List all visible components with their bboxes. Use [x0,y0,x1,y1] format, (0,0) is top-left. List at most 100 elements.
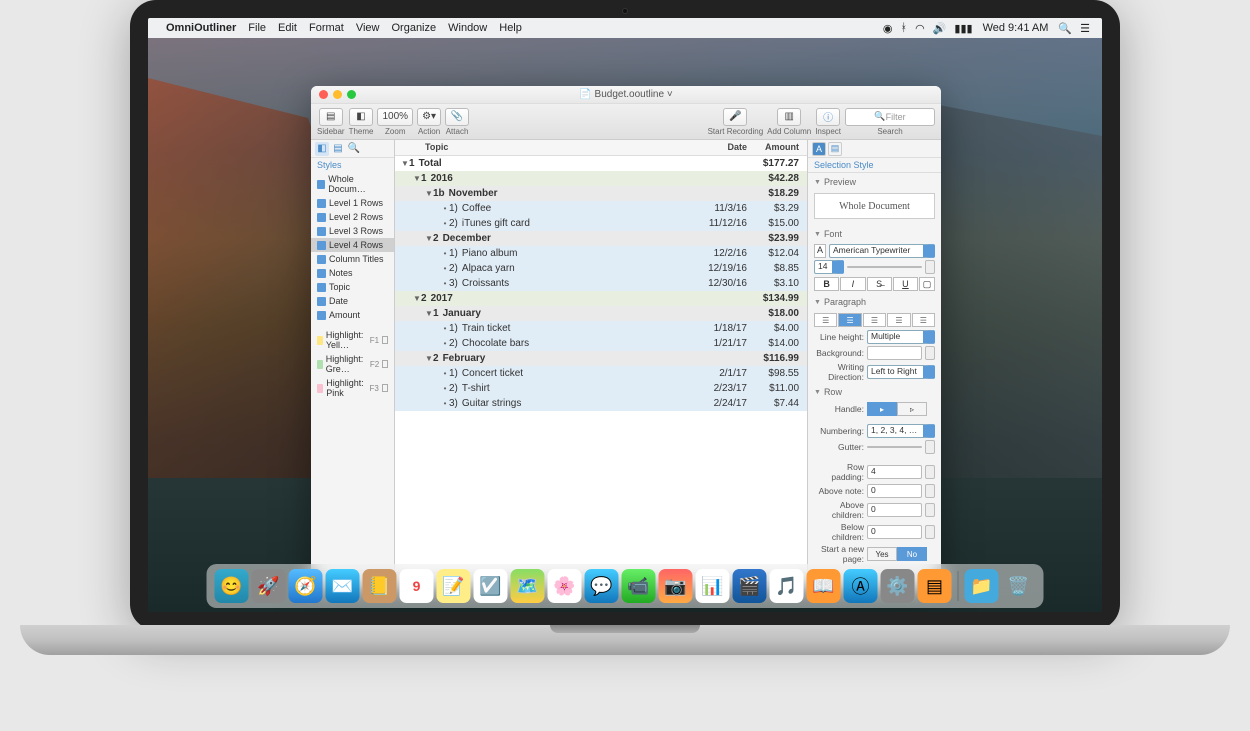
align-left-button[interactable]: ☰ [814,313,837,327]
outline-row[interactable]: ▼22017$134.99 [395,291,807,306]
dock-maps-icon[interactable]: 🗺️ [511,569,545,603]
window-maximize-button[interactable] [347,90,356,99]
volume-icon[interactable]: 🔊 [933,22,947,35]
window-minimize-button[interactable] [333,90,342,99]
strike-button[interactable]: S̶ [867,277,892,291]
menu-help[interactable]: Help [499,22,522,34]
above-children-stepper[interactable] [925,503,935,517]
spotlight-icon[interactable]: 🔍 [1058,22,1072,35]
line-height-select[interactable]: Multiple [867,330,935,344]
sidebar-tab-sections-icon[interactable]: ▤ [331,142,345,156]
dock-contacts-icon[interactable]: 📒 [363,569,397,603]
outline-row[interactable]: •1)Piano album12/2/16$12.04 [395,246,807,261]
handle-segmented[interactable]: ▸▹ [867,402,927,416]
sidebar-tab-search-icon[interactable]: 🔍 [347,142,361,156]
outline-row[interactable]: •1)Train ticket1/18/17$4.00 [395,321,807,336]
bluetooth-icon[interactable]: ᚼ [900,22,907,34]
sidebar-tab-styles-icon[interactable]: ◧ [315,142,329,156]
menu-file[interactable]: File [248,22,266,34]
add-column-button[interactable]: ▥ [777,108,801,126]
row-padding-stepper[interactable] [925,465,935,479]
numbering-select[interactable]: 1, 2, 3, 4, … [867,424,935,438]
sidebar-item[interactable]: Level 1 Rows [311,196,394,210]
dock-safari-icon[interactable]: 🧭 [289,569,323,603]
font-family-select[interactable]: American Typewriter [829,244,935,258]
below-children-stepper[interactable] [925,525,935,539]
disclosure-triangle-icon[interactable]: ▼ [425,309,433,318]
sidebar-highlight-item[interactable]: Highlight: Yell…F1 [311,328,394,352]
row-section-header[interactable]: Row [808,383,941,401]
dock-trash-icon[interactable]: 🗑️ [1002,569,1036,603]
gutter-stepper[interactable] [925,440,935,454]
disclosure-triangle-icon[interactable]: ▼ [413,294,421,303]
dock-calendar-icon[interactable]: 9 [400,569,434,603]
wifi-icon[interactable]: ◠ [915,22,925,35]
outline-row[interactable]: ▼2February$116.99 [395,351,807,366]
font-size-select[interactable]: 14 [814,260,844,274]
dock-omnioutliner-icon[interactable]: ▤ [918,569,952,603]
sidebar-item[interactable]: Topic [311,280,394,294]
dock-photobooth-icon[interactable]: 📷 [659,569,693,603]
battery-icon[interactable]: ▮▮▮ [954,22,972,35]
sidebar-item[interactable]: Level 4 Rows [311,238,394,252]
outline-row[interactable]: •2)T-shirt2/23/17$11.00 [395,381,807,396]
app-menu[interactable]: OmniOutliner [166,22,236,34]
start-recording-button[interactable]: 🎤 [723,108,747,126]
disclosure-triangle-icon[interactable]: ▼ [425,354,433,363]
dock-messages-icon[interactable]: 💬 [585,569,619,603]
background-stepper[interactable] [925,346,935,360]
below-children-field[interactable]: 0 [867,525,922,539]
sidebar-item[interactable]: Amount [311,308,394,322]
outline-rows[interactable]: ▼1Total$177.27▼12016$42.28▼1bNovember$18… [395,156,807,572]
column-topic[interactable]: Topic [395,140,691,155]
menubar-clock[interactable]: Wed 9:41 AM [983,22,1049,34]
above-note-field[interactable]: 0 [867,484,922,498]
menu-organize[interactable]: Organize [391,22,436,34]
inspector-tab-doc-icon[interactable]: ▤ [828,142,842,156]
highlight-checkbox[interactable] [382,384,388,392]
above-children-field[interactable]: 0 [867,503,922,517]
dock-finder-icon[interactable]: 😊 [215,569,249,603]
outline-row[interactable]: •2)Alpaca yarn12/19/16$8.85 [395,261,807,276]
preview-section-header[interactable]: Preview [808,173,941,191]
column-date[interactable]: Date [691,140,751,155]
writing-direction-select[interactable]: Left to Right [867,365,935,379]
underline-button[interactable]: U [893,277,918,291]
outline-row[interactable]: ▼1Total$177.27 [395,156,807,171]
outline-row[interactable]: ▼12016$42.28 [395,171,807,186]
disclosure-triangle-icon[interactable]: ▼ [401,159,409,168]
sidebar-item[interactable]: Level 3 Rows [311,224,394,238]
column-amount[interactable]: Amount [751,140,807,155]
outline-row[interactable]: •1)Coffee11/3/16$3.29 [395,201,807,216]
dock-reminders-icon[interactable]: ☑️ [474,569,508,603]
font-weight-stepper[interactable] [925,260,935,274]
dock-mail-icon[interactable]: ✉️ [326,569,360,603]
outline-row[interactable]: •3)Croissants12/30/16$3.10 [395,276,807,291]
menu-window[interactable]: Window [448,22,487,34]
font-section-header[interactable]: Font [808,225,941,243]
titlebar[interactable]: 📄 Budget.ooutline ˅ [311,86,941,104]
sidebar-item[interactable]: Level 2 Rows [311,210,394,224]
italic-button[interactable]: I [840,277,865,291]
disclosure-triangle-icon[interactable]: ▼ [425,189,433,198]
outline-row[interactable]: •2)Chocolate bars1/21/17$14.00 [395,336,807,351]
outline-row[interactable]: ▼1January$18.00 [395,306,807,321]
attach-button[interactable]: 📎 [445,108,469,126]
paragraph-section-header[interactable]: Paragraph [808,293,941,311]
notification-center-icon[interactable]: ☰ [1080,22,1090,35]
theme-button[interactable]: ◧ [349,108,373,126]
inspector-tab-style-icon[interactable]: A [812,142,826,156]
above-note-stepper[interactable] [925,484,935,498]
sidebar-highlight-item[interactable]: Highlight: PinkF3 [311,376,394,400]
align-center-button[interactable]: ☰ [838,313,861,327]
siri-icon[interactable]: ◉ [883,22,893,35]
text-color-swatch[interactable]: A [814,244,826,258]
sidebar-toggle-button[interactable]: ▤ [319,108,343,126]
zoom-select[interactable]: 100% [377,108,413,126]
dock-photos-icon[interactable]: 🌸 [548,569,582,603]
font-weight-slider[interactable] [847,266,922,268]
menu-view[interactable]: View [356,22,380,34]
outline-row[interactable]: ▼1bNovember$18.29 [395,186,807,201]
bold-button[interactable]: B [814,277,839,291]
outline-row[interactable]: •3)Guitar strings2/24/17$7.44 [395,396,807,411]
